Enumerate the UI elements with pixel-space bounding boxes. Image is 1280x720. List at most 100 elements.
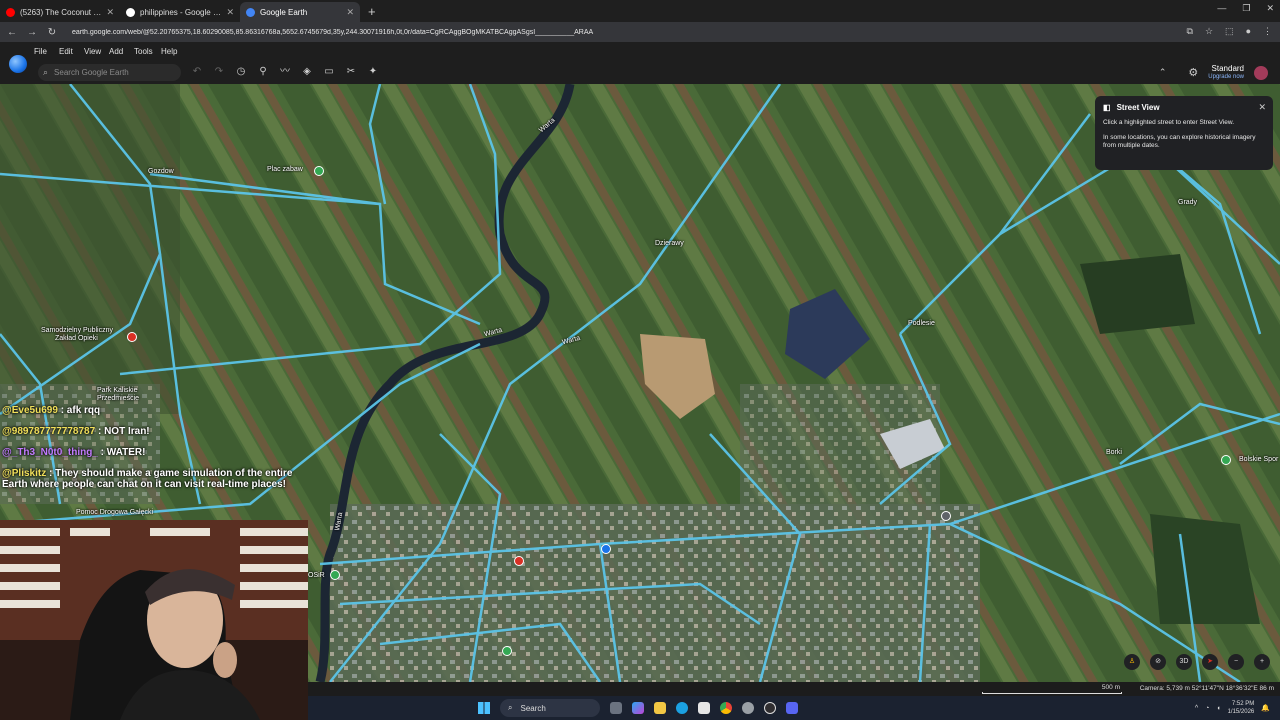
wifi-icon[interactable]: ◔ bbox=[1205, 705, 1209, 712]
toggle-3d-button[interactable]: 3D bbox=[1176, 654, 1192, 670]
chat-text: : WATER! bbox=[100, 447, 146, 458]
chat-user: @Eve5u699 bbox=[2, 405, 58, 416]
chat-user: @Pliskitz bbox=[2, 468, 47, 479]
back-icon[interactable]: ← bbox=[4, 27, 20, 38]
status-bar: 500 m Camera: 5,739 m 52°11'47"N 18°36'3… bbox=[308, 682, 1280, 696]
new-tab-button[interactable]: + bbox=[368, 4, 376, 19]
zoom-in-icon[interactable]: + bbox=[1254, 654, 1270, 670]
chrome-icon[interactable] bbox=[720, 702, 732, 714]
google-earth-logo-icon[interactable] bbox=[9, 55, 27, 73]
pegman-icon[interactable]: ♙ bbox=[1124, 654, 1140, 670]
tab-title: philippines - Google Search bbox=[140, 7, 221, 17]
park-pin-icon[interactable] bbox=[314, 166, 324, 176]
tab-youtube[interactable]: (5263) The Coconut Song - (Da ✕ bbox=[0, 2, 120, 22]
redo-icon[interactable]: ↷ bbox=[212, 65, 226, 79]
address-actions: ⧉ ☆ ⬚ ● ⋮ bbox=[1187, 26, 1272, 37]
tools-icon[interactable]: ✂ bbox=[344, 65, 358, 79]
taskbar: ⌕ Search ^ ◔ ◖ 7:52 PM 1/15/2026 🔔 bbox=[308, 696, 1280, 720]
path-icon[interactable]: 〰 bbox=[278, 65, 292, 79]
menu-add[interactable]: Add bbox=[109, 47, 134, 56]
cast-icon[interactable]: ⧉ bbox=[1187, 26, 1193, 37]
close-icon[interactable]: ✕ bbox=[346, 7, 354, 18]
location-pin-icon[interactable] bbox=[514, 556, 524, 566]
zoom-out-icon[interactable]: − bbox=[1228, 654, 1244, 670]
minimize-icon[interactable]: — bbox=[1217, 3, 1226, 14]
hospital-pin-icon[interactable] bbox=[127, 332, 137, 342]
chat-message: @Eve5u699 : afk rqq bbox=[2, 405, 312, 416]
edge-icon[interactable] bbox=[676, 702, 688, 714]
tab-google-search[interactable]: philippines - Google Search ✕ bbox=[120, 2, 240, 22]
extensions-icon[interactable]: ⬚ bbox=[1225, 26, 1234, 37]
map-label: Dzierawy bbox=[655, 240, 684, 247]
close-icon[interactable]: ✕ bbox=[226, 7, 234, 18]
address-bar: ← → ↻ earth.google.com/web/@52.20765375,… bbox=[0, 22, 1280, 42]
clock[interactable]: 7:52 PM 1/15/2026 bbox=[1228, 700, 1255, 716]
close-icon[interactable]: ✕ bbox=[1258, 102, 1266, 113]
browser-menu-icon[interactable]: ⋮ bbox=[1263, 26, 1272, 37]
chrome-dev-icon[interactable] bbox=[742, 702, 754, 714]
plan-info: Standard Upgrade now bbox=[1208, 64, 1244, 82]
maximize-icon[interactable]: ❐ bbox=[1242, 3, 1250, 14]
tab-google-earth[interactable]: Google Earth ✕ bbox=[240, 2, 360, 22]
compass-icon[interactable]: ➤ bbox=[1202, 654, 1218, 670]
discord-icon[interactable] bbox=[786, 702, 798, 714]
street-view-title-row: ◧ Street View bbox=[1103, 103, 1265, 112]
map-label: Plac zabaw bbox=[267, 166, 303, 173]
bookmark-star-icon[interactable]: ☆ bbox=[1205, 26, 1213, 37]
map-label: Pomoc Drogowa Gałęcki bbox=[76, 509, 154, 516]
measure-icon[interactable]: ▭ bbox=[322, 65, 336, 79]
volume-icon[interactable]: ◖ bbox=[1216, 705, 1220, 712]
location-pin-icon[interactable] bbox=[601, 544, 611, 554]
clock-date: 1/15/2026 bbox=[1227, 709, 1255, 715]
hide-layers-icon[interactable]: ⊘ bbox=[1150, 654, 1166, 670]
reload-icon[interactable]: ↻ bbox=[44, 27, 60, 38]
forward-icon[interactable]: → bbox=[24, 27, 40, 38]
menu-tools[interactable]: Tools bbox=[134, 47, 161, 56]
location-pin-icon[interactable] bbox=[941, 511, 951, 521]
store-icon[interactable] bbox=[698, 702, 710, 714]
task-view-icon[interactable] bbox=[610, 702, 622, 714]
webcam-feed bbox=[0, 520, 308, 720]
youtube-icon bbox=[6, 7, 15, 17]
map-label: Grady bbox=[1178, 199, 1198, 206]
windows-start-icon[interactable] bbox=[478, 702, 490, 714]
tab-title: (5263) The Coconut Song - (Da bbox=[20, 7, 101, 17]
close-window-icon[interactable]: ✕ bbox=[1266, 3, 1274, 14]
history-icon[interactable]: ◷ bbox=[234, 65, 248, 79]
undo-icon[interactable]: ↶ bbox=[190, 65, 204, 79]
menu-edit[interactable]: Edit bbox=[59, 47, 84, 56]
account-area: ⌃ ⚙ Standard Upgrade now bbox=[1159, 61, 1268, 84]
copilot-icon[interactable] bbox=[632, 702, 644, 714]
tray-overflow-icon[interactable]: ^ bbox=[1195, 705, 1198, 712]
url-field[interactable]: earth.google.com/web/@52.20765375,18.602… bbox=[72, 29, 1102, 36]
close-icon[interactable]: ✕ bbox=[106, 7, 114, 18]
placemark-icon[interactable]: ⚲ bbox=[256, 65, 270, 79]
sport-pin-icon[interactable] bbox=[1221, 455, 1231, 465]
search-icon: ⌕ bbox=[43, 67, 49, 77]
layers-icon[interactable]: ◈ bbox=[300, 65, 314, 79]
location-pin-icon[interactable] bbox=[502, 646, 512, 656]
osir-pin-icon[interactable] bbox=[330, 570, 340, 580]
scale-bar bbox=[982, 692, 1122, 694]
taskbar-search[interactable]: ⌕ Search bbox=[500, 699, 600, 717]
sparkle-icon[interactable]: ✦ bbox=[366, 65, 380, 79]
settings-icon[interactable]: ⚙ bbox=[1188, 66, 1198, 79]
menu-view[interactable]: View bbox=[84, 47, 109, 56]
earth-toolbar: ⌕ ↶ ↷ ◷ ⚲ 〰 ◈ ▭ ✂ ✦ ⌃ ⚙ Standard Upgrade… bbox=[0, 61, 1280, 84]
collapse-icon[interactable]: ⌃ bbox=[1159, 67, 1167, 78]
avatar[interactable] bbox=[1254, 65, 1268, 80]
street-view-panel: ◧ Street View ✕ Click a highlighted stre… bbox=[1095, 96, 1273, 170]
obs-icon[interactable] bbox=[764, 702, 776, 714]
menu-help[interactable]: Help bbox=[161, 47, 186, 56]
upgrade-link[interactable]: Upgrade now bbox=[1208, 73, 1244, 82]
search-box[interactable]: ⌕ bbox=[38, 64, 181, 81]
chat-user: @_Th3_N0t0_thing_ bbox=[2, 447, 98, 458]
menu-file[interactable]: File bbox=[34, 47, 59, 56]
profile-icon[interactable]: ● bbox=[1246, 26, 1251, 37]
chat-text: : They should make a game simulation of … bbox=[2, 468, 293, 490]
clock-time: 7:52 PM bbox=[1231, 701, 1255, 707]
file-explorer-icon[interactable] bbox=[654, 702, 666, 714]
search-input[interactable] bbox=[54, 68, 165, 77]
map-label: Bolskie Spor bbox=[1239, 456, 1279, 463]
notifications-icon[interactable]: 🔔 bbox=[1261, 704, 1270, 712]
